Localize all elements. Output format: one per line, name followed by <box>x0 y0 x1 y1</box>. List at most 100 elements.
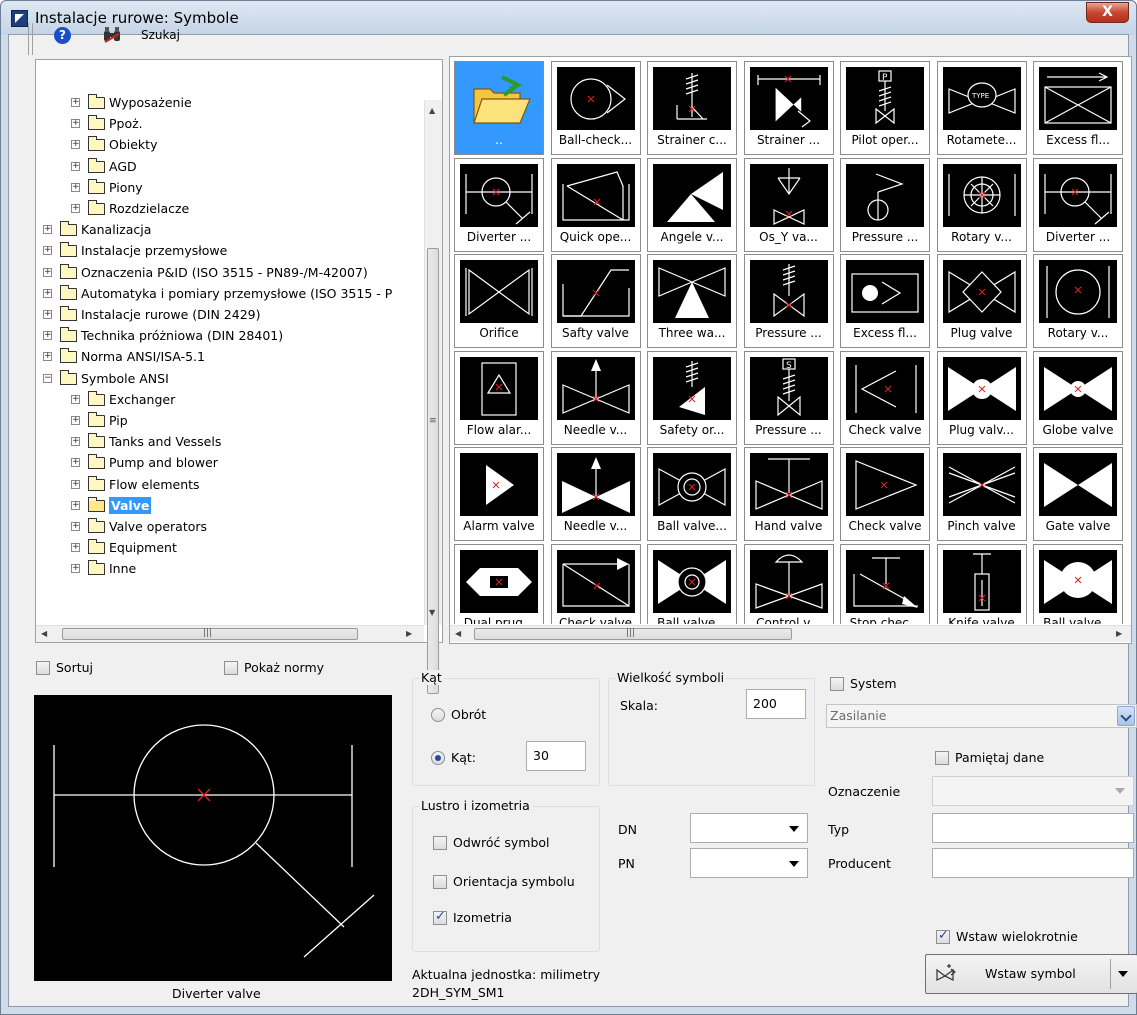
expand-icon[interactable]: + <box>71 161 80 171</box>
tree-scroll-thumb[interactable] <box>427 248 439 694</box>
expand-icon[interactable]: + <box>43 310 52 319</box>
symbol-tile-ball-valve-a[interactable]: Ball valve... <box>647 447 737 541</box>
tree-horizontal-scrollbar[interactable]: ◀ ||| ▶ <box>36 625 424 642</box>
tree-vertical-scrollbar[interactable]: ▲ ≡ ▼ <box>424 100 442 694</box>
sort-checkbox[interactable] <box>36 661 50 675</box>
symbol-tile-plug-valve-b[interactable]: Plug valv... <box>936 350 1027 445</box>
scroll-left-icon[interactable]: ◀ <box>455 629 461 638</box>
symbol-tile-check-c[interactable]: Check valve <box>550 543 641 624</box>
symbol-tile-needle-b[interactable]: Needle v... <box>550 447 641 541</box>
tree-item[interactable]: + Valve operators <box>35 517 430 537</box>
symbol-tile-rotameter[interactable]: TYPE Rotamete... <box>936 61 1027 155</box>
symbol-tile-open-folder[interactable]: .. <box>454 61 544 155</box>
expand-icon[interactable]: + <box>43 288 52 298</box>
expand-icon[interactable]: + <box>71 394 80 404</box>
dn-dropdown-icon[interactable] <box>789 826 799 832</box>
symbol-tile-pinch-valve[interactable]: Pinch valve <box>936 447 1027 541</box>
symbol-tile-diverter-b[interactable]: Diverter ... <box>1033 157 1123 252</box>
symbol-tile-strainer-c[interactable]: Strainer c... <box>647 61 737 155</box>
expand-icon[interactable]: + <box>71 458 80 468</box>
close-button[interactable]: X <box>1086 2 1129 23</box>
symbol-tile-alarm-valve[interactable]: Alarm valve <box>454 447 544 541</box>
symbol-tile-pressure-a[interactable]: Pressure ... <box>840 157 930 252</box>
angle-input[interactable]: 30 <box>526 741 586 771</box>
system-dropdown-icon[interactable] <box>1117 706 1135 726</box>
symbol-tile-orifice[interactable]: Orifice <box>454 254 544 348</box>
tree-item[interactable]: + Oznaczenia P&ID (ISO 3515 - PN89-/M-420… <box>35 263 430 283</box>
expand-icon[interactable]: + <box>71 500 80 510</box>
expand-icon[interactable]: + <box>71 182 80 192</box>
scroll-down-icon[interactable]: ▼ <box>429 608 435 617</box>
tree-item[interactable]: + Exchanger <box>35 390 430 410</box>
help-icon[interactable]: ? <box>54 27 71 44</box>
remember-data-checkbox[interactable] <box>935 751 949 765</box>
symbol-tile-angle-valve[interactable]: Angele v... <box>647 157 737 252</box>
symbol-tile-pressure-c[interactable]: S Pressure ... <box>743 350 834 445</box>
symbol-tile-hand-valve[interactable]: Hand valve <box>743 447 834 541</box>
tree-item[interactable]: + AGD <box>35 157 430 177</box>
scroll-right-icon[interactable]: ▶ <box>406 629 412 638</box>
designation-combo[interactable] <box>932 776 1134 806</box>
symbol-tile-gate-valve[interactable]: Gate valve <box>1033 447 1123 541</box>
insert-symbol-button[interactable]: Wstaw symbol <box>925 954 1137 994</box>
insert-dropdown-icon[interactable] <box>1118 971 1128 977</box>
collapse-icon[interactable]: − <box>43 373 52 383</box>
symbol-tile-check-a[interactable]: Check valve <box>840 350 930 445</box>
show-norms-checkbox[interactable] <box>224 661 238 675</box>
scroll-right-icon[interactable]: ▶ <box>1116 629 1122 638</box>
toolbar-grip[interactable] <box>28 23 33 55</box>
search-button[interactable]: Szukaj <box>141 28 180 42</box>
symbol-tile-safety-valve[interactable]: Safty valve <box>550 254 641 348</box>
expand-icon[interactable]: + <box>43 267 52 277</box>
tree-item[interactable]: + Valve <box>35 496 430 516</box>
system-checkbox[interactable] <box>830 677 844 691</box>
symbol-tile-quick-opening[interactable]: Quick ope... <box>550 157 641 252</box>
symbol-tile-knife-valve[interactable]: Knife valve <box>936 543 1027 624</box>
symbol-tile-excess-flow-b[interactable]: Excess fl... <box>840 254 930 348</box>
tree-item[interactable]: + Pip <box>35 411 430 431</box>
expand-icon[interactable]: + <box>43 225 52 235</box>
tree-item[interactable]: + Kanalizacja <box>35 220 430 240</box>
tree-item[interactable]: + Pump and blower <box>35 453 430 473</box>
symbol-tile-diverter[interactable]: Diverter ... <box>454 157 544 252</box>
scale-input[interactable]: 200 <box>746 689 806 719</box>
symbol-tile-dual-plug[interactable]: Dual prug... <box>454 543 544 624</box>
grid-horizontal-scrollbar[interactable]: ◀ ||| ▶ <box>450 625 1131 642</box>
tree-item[interactable]: + Flow elements <box>35 475 430 495</box>
expand-icon[interactable]: + <box>71 437 80 447</box>
tree-item[interactable]: − Symbole ANSI <box>35 369 430 389</box>
expand-icon[interactable]: + <box>43 352 52 362</box>
tree-item[interactable]: + Instalacje rurowe (DIN 2429) <box>35 305 430 325</box>
tree-item[interactable]: + Norma ANSI/ISA-5.1 <box>35 347 430 367</box>
expand-icon[interactable]: + <box>71 204 80 213</box>
symbol-tile-stop-check[interactable]: Stop chec... <box>840 543 930 624</box>
symbol-tile-rotary-a[interactable]: Rotary v... <box>936 157 1027 252</box>
tree-item[interactable]: + Inne <box>35 559 430 579</box>
symbol-tile-pilot-operated[interactable]: P Pilot oper... <box>840 61 930 155</box>
scroll-up-icon[interactable]: ▲ <box>429 106 435 115</box>
binoculars-icon[interactable] <box>102 26 122 44</box>
symbol-tile-excess-flow[interactable]: Excess fl... <box>1033 61 1123 155</box>
expand-icon[interactable]: + <box>71 522 80 531</box>
system-select[interactable]: Zasilanie <box>826 704 1137 728</box>
symbol-tile-safety-or[interactable]: Safety or... <box>647 350 737 445</box>
tree-item[interactable]: + Tanks and Vessels <box>35 432 430 452</box>
symbol-tile-strainer[interactable]: Strainer ... <box>743 61 834 155</box>
symbol-tile-check-b[interactable]: Check valve <box>840 447 930 541</box>
producer-input[interactable] <box>932 848 1134 878</box>
tree-item[interactable]: + Ppoż. <box>35 114 430 134</box>
symbol-tile-rotary-b[interactable]: Rotary v... <box>1033 254 1123 348</box>
tree-item[interactable]: + Automatyka i pomiary przemysłowe (ISO 3… <box>35 284 430 304</box>
symbol-tile-needle-a[interactable]: Needle v... <box>550 350 641 445</box>
symbol-tile-ball-valve-b[interactable]: Ball valve... <box>647 543 737 624</box>
tree-item[interactable]: + Piony <box>35 178 430 198</box>
expand-icon[interactable]: + <box>71 564 80 574</box>
symbol-tile-globe-valve[interactable]: Globe valve <box>1033 350 1123 445</box>
flip-symbol-checkbox[interactable] <box>433 836 447 850</box>
designation-dropdown-icon[interactable] <box>1115 788 1125 794</box>
multi-insert-checkbox[interactable] <box>936 928 950 944</box>
expand-icon[interactable]: + <box>71 98 80 107</box>
expand-icon[interactable]: + <box>71 140 80 150</box>
expand-icon[interactable]: + <box>43 331 52 341</box>
tree-item[interactable]: + Instalacje przemysłowe <box>35 241 430 261</box>
